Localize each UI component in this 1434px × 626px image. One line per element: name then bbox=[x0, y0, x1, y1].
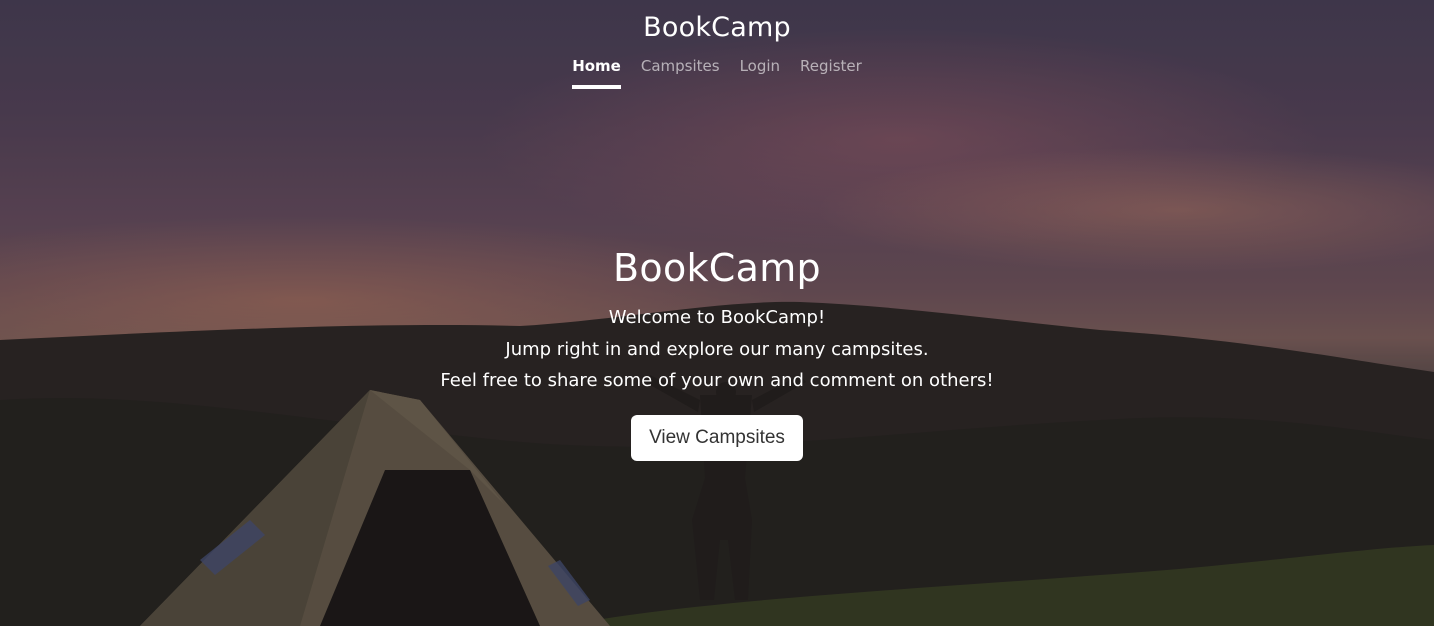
hero-welcome-text: Welcome to BookCamp! bbox=[608, 307, 826, 328]
nav-login[interactable]: Login bbox=[740, 56, 780, 89]
hero-title: BookCamp bbox=[613, 246, 821, 290]
nav-home[interactable]: Home bbox=[572, 56, 621, 89]
nav-register[interactable]: Register bbox=[800, 56, 862, 89]
hero-section: BookCamp Welcome to BookCamp! Jump right… bbox=[0, 246, 1434, 461]
hero-explore-text: Jump right in and explore our many camps… bbox=[505, 338, 929, 360]
view-campsites-button[interactable]: View Campsites bbox=[631, 414, 803, 461]
hero-share-text: Feel free to share some of your own and … bbox=[440, 370, 994, 391]
main-nav: Home Campsites Login Register bbox=[0, 56, 1434, 89]
site-brand[interactable]: BookCamp bbox=[0, 12, 1434, 43]
nav-campsites[interactable]: Campsites bbox=[641, 56, 720, 89]
